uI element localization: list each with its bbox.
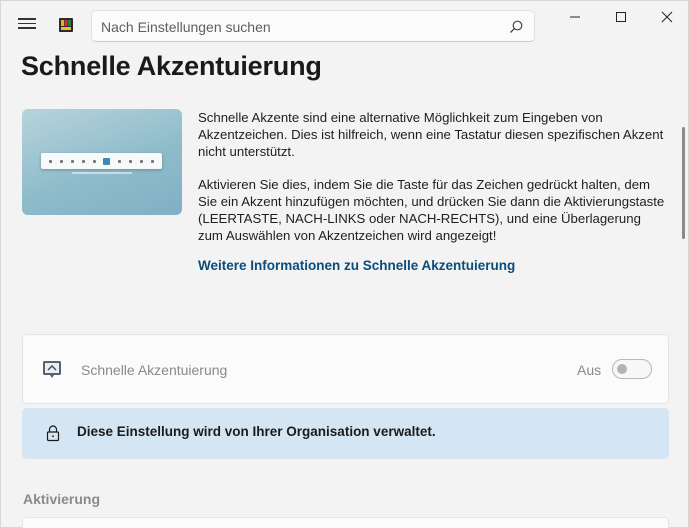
quick-accent-preview-image bbox=[22, 109, 182, 215]
banner-text: Diese Einstellung wird von Ihrer Organis… bbox=[77, 424, 436, 439]
managed-by-organization-banner: Diese Einstellung wird von Ihrer Organis… bbox=[22, 408, 669, 459]
intro-paragraph-2: Aktivieren Sie dies, indem Sie die Taste… bbox=[198, 177, 665, 243]
quick-accent-toggle[interactable] bbox=[612, 359, 652, 379]
search-input[interactable] bbox=[101, 17, 501, 37]
toggle-knob bbox=[617, 364, 627, 374]
close-icon bbox=[661, 11, 673, 23]
maximize-button[interactable] bbox=[598, 1, 644, 33]
intro-paragraph-1: Schnelle Akzente sind eine alternative M… bbox=[198, 110, 664, 159]
settings-window: Schnelle Akzentuierung Schnelle Akzente … bbox=[0, 0, 689, 528]
search-box[interactable] bbox=[91, 10, 535, 42]
search-icon[interactable] bbox=[508, 19, 524, 35]
learn-more-link[interactable]: Weitere Informationen zu Schnelle Akzent… bbox=[198, 258, 515, 273]
scrollbar-thumb[interactable] bbox=[682, 127, 685, 239]
settings-app-icon bbox=[59, 18, 73, 32]
activation-section-heading: Aktivierung bbox=[23, 491, 101, 507]
quick-accent-icon bbox=[43, 361, 61, 378]
activation-setting-card[interactable] bbox=[22, 517, 669, 528]
quick-accent-setting-card: Schnelle Akzentuierung Aus bbox=[22, 334, 669, 404]
setting-label: Schnelle Akzentuierung bbox=[81, 362, 228, 378]
close-button[interactable] bbox=[644, 1, 689, 33]
page-title: Schnelle Akzentuierung bbox=[21, 51, 322, 81]
maximize-icon bbox=[616, 12, 626, 22]
lock-icon bbox=[46, 425, 60, 442]
minimize-icon bbox=[570, 16, 580, 18]
toggle-state-label: Aus bbox=[577, 362, 602, 378]
minimize-button[interactable] bbox=[552, 1, 598, 33]
hamburger-menu-icon[interactable] bbox=[15, 15, 39, 35]
